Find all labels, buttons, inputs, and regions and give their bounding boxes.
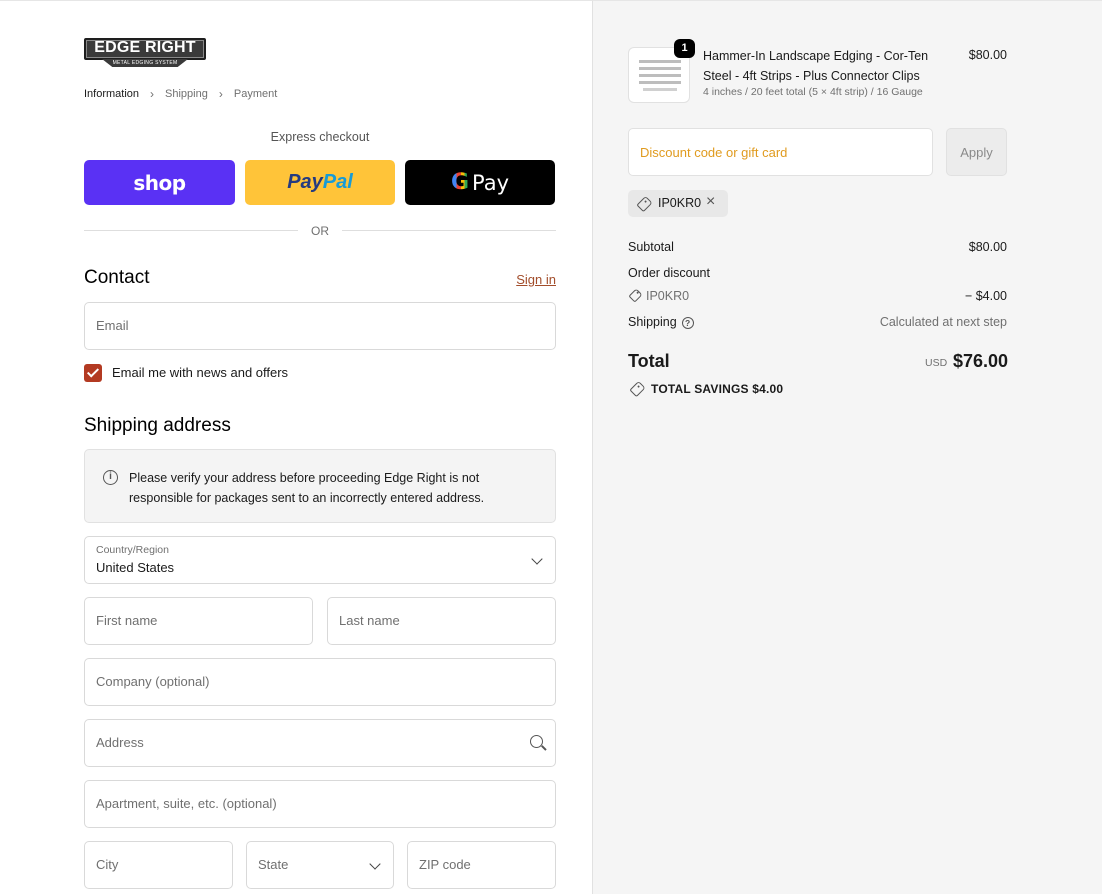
news-checkbox-label: Email me with news and offers: [112, 365, 289, 380]
total-label: Total: [628, 351, 670, 371]
breadcrumb-shipping: Shipping: [165, 88, 208, 100]
google-pay-label: Pay: [472, 170, 510, 195]
help-icon[interactable]: ?: [681, 317, 694, 329]
google-g-icon: G: [450, 170, 470, 195]
shop-pay-button[interactable]: shop: [84, 160, 235, 205]
discount-placeholder: Discount code or gift card: [640, 145, 788, 160]
sign-in-link[interactable]: Sign in: [505, 272, 556, 287]
country-select[interactable]: Country/Region United States: [84, 536, 556, 584]
discount-value: − $4.00: [964, 289, 1007, 303]
chevron-down-icon: [531, 553, 543, 565]
city-field[interactable]: City: [84, 841, 233, 889]
company-field[interactable]: Company (optional): [84, 658, 556, 706]
applied-code: IP0KR0: [658, 196, 702, 210]
country-value: United States: [96, 560, 175, 575]
last-name-placeholder: Last name: [339, 613, 400, 628]
first-name-placeholder: First name: [96, 613, 158, 628]
subtotal-label: Subtotal: [628, 240, 674, 254]
first-name-field[interactable]: First name: [84, 597, 313, 645]
chevron-right-icon: ›: [150, 87, 155, 101]
or-divider-text: OR: [311, 224, 329, 238]
last-name-field[interactable]: Last name: [327, 597, 556, 645]
email-field[interactable]: Email: [84, 302, 556, 350]
breadcrumb-information[interactable]: Information: [84, 88, 139, 100]
shipping-label: Shipping: [628, 315, 677, 329]
state-placeholder: State: [258, 857, 289, 872]
currency-code: USD: [925, 357, 948, 369]
shipping-row: Shipping?: [628, 315, 694, 329]
discount-code-text: IP0KR0: [646, 289, 690, 303]
address-notice-text: Please verify your address before procee…: [129, 471, 485, 505]
apply-button[interactable]: Apply: [946, 128, 1007, 176]
order-discount-label: Order discount: [628, 266, 710, 280]
paypal-logo-part2: Pal: [322, 171, 353, 193]
state-select[interactable]: State: [246, 841, 394, 889]
express-checkout-label: Express checkout: [270, 130, 370, 144]
breadcrumb-payment: Payment: [233, 88, 278, 100]
address-notice: i Please verify your address before proc…: [84, 449, 556, 523]
email-placeholder: Email: [96, 318, 129, 333]
tag-icon: [636, 195, 653, 213]
close-icon[interactable]: ×: [706, 193, 715, 211]
shipping-value: Calculated at next step: [879, 315, 1007, 329]
divider-left: [84, 230, 298, 231]
total-savings: TOTAL SAVINGS $4.00: [651, 382, 784, 396]
subtotal-value: $80.00: [968, 240, 1007, 254]
zip-placeholder: ZIP code: [419, 857, 471, 872]
paypal-button[interactable]: Pay Pal: [245, 160, 395, 205]
checkout-form-panel: EDGE RIGHT METAL EDGING SYSTEM Informati…: [0, 0, 592, 894]
info-icon: i: [103, 470, 118, 485]
chevron-down-icon: [369, 858, 381, 870]
city-placeholder: City: [96, 857, 119, 872]
logo-subtext: METAL EDGING SYSTEM: [102, 59, 188, 67]
country-label: Country/Region: [96, 544, 169, 556]
zip-field[interactable]: ZIP code: [407, 841, 556, 889]
apartment-field[interactable]: Apartment, suite, etc. (optional): [84, 780, 556, 828]
product-name: Hammer-In Landscape Edging - Cor-Ten Ste…: [703, 49, 929, 83]
address-placeholder: Address: [96, 735, 144, 750]
applied-discount-chip: IP0KR0 ×: [628, 190, 728, 217]
search-icon: [530, 735, 543, 748]
company-placeholder: Company (optional): [96, 674, 210, 689]
shipping-address-title: Shipping address: [84, 415, 231, 436]
discount-code-input[interactable]: Discount code or gift card: [628, 128, 933, 176]
address-field[interactable]: Address: [84, 719, 556, 767]
logo-text: EDGE RIGHT: [94, 39, 196, 56]
edge-right-logo[interactable]: EDGE RIGHT METAL EDGING SYSTEM: [84, 38, 206, 68]
total-value: $76.00: [953, 351, 1009, 371]
chevron-right-icon: ›: [218, 87, 223, 101]
product-variant: 4 inches / 20 feet total (5 × 4ft strip)…: [703, 86, 923, 98]
divider-right: [342, 230, 556, 231]
product-price: $80.00: [968, 48, 1007, 62]
contact-title: Contact: [84, 267, 150, 288]
paypal-logo-part1: Pay: [287, 171, 323, 193]
apartment-placeholder: Apartment, suite, etc. (optional): [96, 796, 277, 811]
google-pay-button[interactable]: G Pay: [405, 160, 555, 205]
shop-pay-logo: shop: [133, 170, 186, 195]
quantity-badge: 1: [674, 39, 695, 58]
news-checkbox[interactable]: [84, 364, 102, 382]
breadcrumb: Information › Shipping › Payment: [84, 87, 277, 101]
